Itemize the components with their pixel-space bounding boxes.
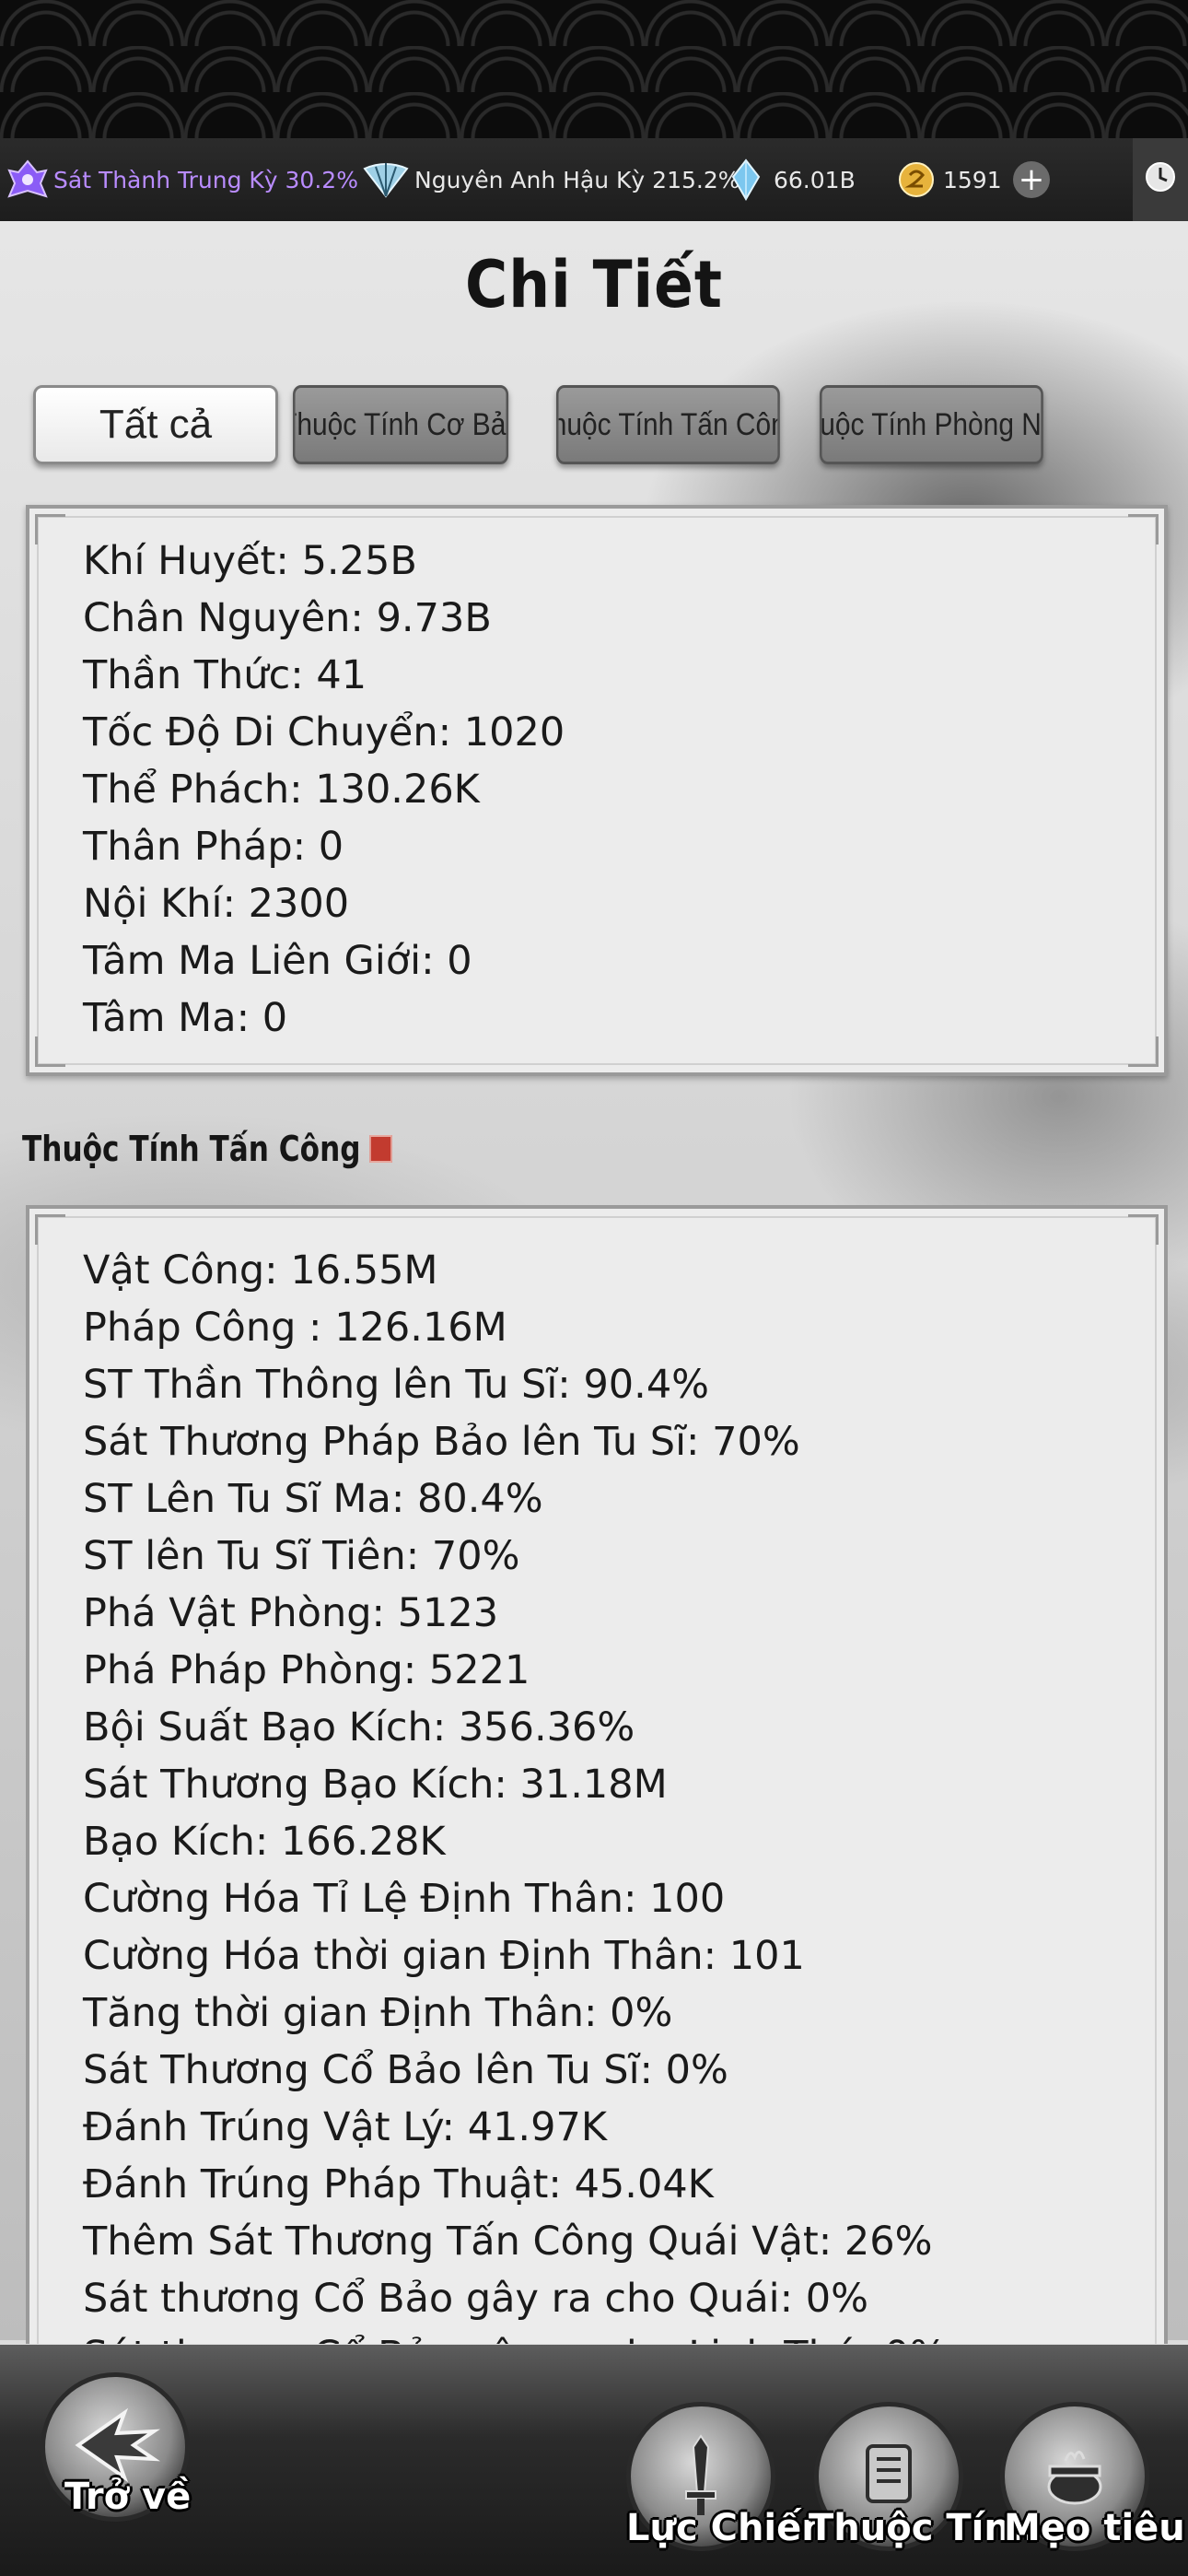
attack-stats-scroll-area[interactable]: Vật Công: 16.55M Pháp Công : 126.16M ST …: [26, 1205, 1168, 2344]
stat-row: Sát Thương Bạo Kích: 31.18M: [83, 1762, 668, 1808]
tab-all-label: Tất cả: [99, 402, 213, 447]
coin-amount: 1591: [943, 166, 1002, 193]
stat-row: Tâm Ma Liên Giới: 0: [83, 938, 472, 984]
realm-2: Nguyên Anh Hậu Kỳ 215.2%: [361, 159, 740, 200]
crystal-amount: 66.01B: [774, 166, 856, 193]
add-currency-button[interactable]: +: [1013, 161, 1050, 198]
stat-row: Tốc Độ Di Chuyển: 1020: [83, 709, 565, 755]
stat-row: Phá Vật Phòng: 5123: [83, 1590, 499, 1636]
winged-fan-icon: [361, 159, 411, 200]
stat-row: Phá Pháp Phòng: 5221: [83, 1647, 530, 1693]
gold-coin-icon: [897, 160, 936, 199]
stat-row: Pháp Công : 126.16M: [83, 1305, 507, 1351]
page-title: Chi Tiết: [465, 247, 723, 322]
spirit-crystal-icon: [731, 158, 761, 201]
tab-all[interactable]: Tất cả: [33, 385, 278, 464]
back-button-label: Trở về: [64, 2476, 192, 2518]
stat-row: Thân Pháp: 0: [83, 824, 344, 870]
clock-icon: [1144, 160, 1177, 199]
stat-row: Đánh Trúng Pháp Thuật: 45.04K: [83, 2161, 714, 2207]
stat-row: Cường Hóa Tỉ Lệ Định Thân: 100: [83, 1876, 726, 1922]
tab-attack-attributes[interactable]: Thuộc Tính Tấn Công: [556, 385, 780, 464]
stat-row: Sát thương Cổ Bảo gây ra cho Linh Thú: 0…: [83, 2327, 947, 2344]
stat-row: Bạo Kích: 166.28K: [83, 1819, 446, 1865]
resource-bar: Sát Thành Trung Kỳ 30.2% Nguyên Anh Hậu …: [0, 138, 1188, 221]
stat-row: Thêm Sát Thương Tấn Công Quái Vật: 26%: [83, 2219, 933, 2265]
tab-defense-attributes-label: Thuộc Tính Phòng Ngự: [820, 406, 1042, 442]
stat-row: Bội Suất Bạo Kích: 356.36%: [83, 1704, 635, 1751]
stat-row: Cường Hóa thời gian Định Thân: 101: [83, 1933, 805, 1979]
tab-attack-attributes-label: Thuộc Tính Tấn Công: [559, 406, 778, 442]
decorative-wave-band: [0, 0, 1188, 138]
demon-spirit-icon: [6, 158, 50, 202]
crystal-counter: 66.01B: [731, 158, 856, 201]
combat-power-label: Lực Chiến: [626, 2507, 828, 2549]
realm-2-text: Nguyên Anh Hậu Kỳ 215.2%: [414, 166, 740, 193]
basic-stats-panel: Khí Huyết: 5.25B Chân Nguyên: 9.73B Thần…: [26, 505, 1168, 1076]
stat-row: Khí Huyết: 5.25B: [83, 538, 417, 584]
stat-row: Sát Thương Cổ Bảo lên Tu Sĩ: 0%: [83, 2047, 728, 2093]
attack-section-title: Thuộc Tính Tấn Công: [22, 1129, 393, 1169]
stat-row: Thể Phách: 130.26K: [83, 767, 480, 813]
tips-label: Mẹo tiêu: [1004, 2507, 1185, 2549]
tab-defense-attributes[interactable]: Thuộc Tính Phòng Ngự: [820, 385, 1043, 464]
stat-row: Chân Nguyên: 9.73B: [83, 595, 492, 641]
stat-row: Sát thương Cổ Bảo gây ra cho Quái: 0%: [83, 2276, 868, 2322]
realm-1: Sát Thành Trung Kỳ 30.2%: [6, 158, 358, 202]
stat-row: ST lên Tu Sĩ Tiên: 70%: [83, 1533, 520, 1579]
basic-stats-list: Khí Huyết: 5.25B Chân Nguyên: 9.73B Thần…: [83, 533, 565, 1047]
attack-stats-list: Vật Công: 16.55M Pháp Công : 126.16M ST …: [83, 1242, 947, 2344]
stat-row: Đánh Trúng Vật Lý: 41.97K: [83, 2104, 608, 2150]
stat-row: Sát Thương Pháp Bảo lên Tu Sĩ: 70%: [83, 1419, 800, 1465]
stat-row: Thần Thức: 41: [83, 652, 367, 698]
bottom-nav-bar: Trở về Lực Chiến Thuộc Tính Mẹo tiêu: [0, 2345, 1188, 2576]
tab-basic-attributes[interactable]: Thuộc Tính Cơ Bản: [293, 385, 509, 464]
red-seal-icon: [369, 1135, 393, 1163]
attack-section-title-text: Thuộc Tính Tấn Công: [22, 1129, 361, 1169]
stat-row: Tâm Ma: 0: [83, 995, 288, 1041]
stat-row: Nội Khí: 2300: [83, 881, 350, 927]
plus-icon: +: [1018, 161, 1045, 198]
attributes-label: Thuộc Tính: [809, 2507, 1037, 2549]
stat-row: ST Lên Tu Sĩ Ma: 80.4%: [83, 1476, 543, 1522]
coin-counter: 1591: [897, 160, 1002, 199]
clock-button[interactable]: [1133, 138, 1188, 221]
attack-stats-panel: Vật Công: 16.55M Pháp Công : 126.16M ST …: [26, 1205, 1168, 2344]
realm-1-text: Sát Thành Trung Kỳ 30.2%: [53, 166, 358, 193]
category-tabs: Tất cả Thuộc Tính Cơ Bản Thuộc Tính Tấn …: [0, 385, 1188, 468]
stat-row: Vật Công: 16.55M: [83, 1247, 438, 1294]
stat-row: ST Thần Thông lên Tu Sĩ: 90.4%: [83, 1362, 710, 1408]
stat-row: Tăng thời gian Định Thân: 0%: [83, 1990, 673, 2036]
tab-basic-attributes-label: Thuộc Tính Cơ Bản: [296, 406, 507, 442]
